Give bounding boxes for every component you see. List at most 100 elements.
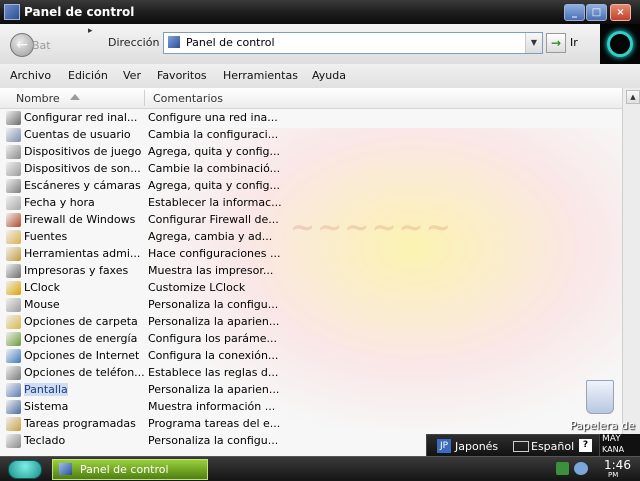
item-comment: Muestra información ... xyxy=(148,400,276,413)
keyboard-icon[interactable] xyxy=(513,441,529,452)
title-bar: Panel de control _ □ × xyxy=(0,0,640,24)
item-comment: Muestra las impresor... xyxy=(148,264,274,277)
item-comment: Agrega, cambia y ad... xyxy=(148,230,273,243)
recycle-bin-icon[interactable] xyxy=(586,380,614,414)
item-name: Fecha y hora xyxy=(24,196,95,209)
keyboard-icon xyxy=(6,434,21,448)
input-language-1[interactable]: Japonés xyxy=(455,440,498,453)
item-comment: Configure una red ina... xyxy=(148,111,278,124)
clock-icon xyxy=(6,196,21,210)
taskbar: Panel de control 1:46 PM xyxy=(0,456,640,481)
list-item[interactable]: Impresoras y faxes Muestra las impresor..… xyxy=(0,263,620,280)
throbber-logo xyxy=(600,24,640,64)
address-value: Panel de control xyxy=(186,36,275,49)
go-arrow-icon[interactable]: → xyxy=(546,33,566,53)
list-item[interactable]: Tareas programadas Programa tareas del e.… xyxy=(0,416,620,433)
list-item[interactable]: Escáneres y cámaras Agrega, quita y confi… xyxy=(0,178,620,195)
chevron-down-icon[interactable]: ▼ xyxy=(525,33,542,53)
control-panel-icon xyxy=(4,4,20,20)
item-name: Fuentes xyxy=(24,230,68,243)
item-name: Opciones de carpeta xyxy=(24,315,138,328)
power-options-icon xyxy=(6,332,21,346)
maximize-button[interactable]: □ xyxy=(586,4,607,21)
list-item[interactable]: Firewall de Windows Configurar Firewall d… xyxy=(0,212,620,229)
column-header-comments[interactable]: Comentarios xyxy=(153,92,223,105)
clock[interactable]: 1:46 xyxy=(604,458,631,472)
list-item[interactable]: Dispositivos de son... Cambie la combinac… xyxy=(0,161,620,178)
scanner-camera-icon xyxy=(6,179,21,193)
close-button[interactable]: × xyxy=(610,4,631,21)
column-divider[interactable] xyxy=(144,90,145,106)
throbber-ring-icon xyxy=(607,31,633,57)
item-comment: Personaliza la aparien... xyxy=(148,315,280,328)
game-controller-icon xyxy=(6,145,21,159)
menu-ver[interactable]: Ver xyxy=(123,69,141,82)
list-item[interactable]: Pantalla Personaliza la aparien... xyxy=(0,382,620,399)
minimize-button[interactable]: _ xyxy=(564,4,585,21)
list-item[interactable]: Sistema Muestra información ... xyxy=(0,399,620,416)
list-item[interactable]: Opciones de teléfon... Establece las regl… xyxy=(0,365,620,382)
clock-ampm: PM xyxy=(608,471,619,479)
list-item[interactable]: Opciones de energía Configura los paráme.… xyxy=(0,331,620,348)
item-name: Mouse xyxy=(24,298,60,311)
item-comment: Personaliza la aparien... xyxy=(148,383,280,396)
forward-chevron-icon[interactable]: ▸ xyxy=(88,26,93,36)
menu-favoritos[interactable]: Favoritos xyxy=(157,69,207,82)
address-input[interactable]: Panel de control ▼ xyxy=(163,32,543,54)
list-item[interactable]: Opciones de carpeta Personaliza la aparie… xyxy=(0,314,620,331)
address-label: Dirección xyxy=(108,36,160,49)
admin-tools-icon xyxy=(6,247,21,261)
volume-tray-icon[interactable] xyxy=(574,462,588,475)
list-item[interactable]: Fecha y hora Establecer la informac... xyxy=(0,195,620,212)
item-name: Tareas programadas xyxy=(24,417,136,430)
list-item[interactable]: Opciones de Internet Configura la conexió… xyxy=(0,348,620,365)
help-icon[interactable]: ? xyxy=(579,439,592,452)
menu-edicion[interactable]: Edición xyxy=(68,69,108,82)
phone-modem-icon xyxy=(6,366,21,380)
input-language-2[interactable]: Español xyxy=(531,440,574,453)
item-name: Dispositivos de son... xyxy=(24,162,141,175)
taskbar-task-control-panel[interactable]: Panel de control xyxy=(52,459,208,480)
menu-herramientas[interactable]: Herramientas xyxy=(223,69,298,82)
list-item[interactable]: Mouse Personaliza la configu... xyxy=(0,297,620,314)
recycle-bin-label[interactable]: Papelera de xyxy=(570,419,635,432)
item-name: Opciones de teléfon... xyxy=(24,366,145,379)
scroll-up-icon[interactable]: ▲ xyxy=(626,90,640,104)
list-item[interactable]: LClock Customize LClock xyxy=(0,280,620,297)
item-name: Pantalla xyxy=(24,383,68,396)
vertical-scrollbar[interactable]: ▲ ▼ xyxy=(622,88,640,456)
item-name: Dispositivos de juego xyxy=(24,145,142,158)
item-comment: Cambie la combinació... xyxy=(148,162,281,175)
list-item[interactable]: Dispositivos de juego Agrega, quita y con… xyxy=(0,144,620,161)
ime-kana: KANA xyxy=(602,445,625,454)
go-label[interactable]: Ir xyxy=(570,36,578,49)
item-name: Herramientas admi... xyxy=(24,247,141,260)
item-name: Opciones de Internet xyxy=(24,349,140,362)
list-item[interactable]: Fuentes Agrega, cambia y ad... xyxy=(0,229,620,246)
item-comment: Personaliza la configu... xyxy=(148,298,279,311)
list-item[interactable]: Herramientas admi... Hace configuraciones… xyxy=(0,246,620,263)
network-tray-icon[interactable] xyxy=(556,462,569,475)
menu-archivo[interactable]: Archivo xyxy=(10,69,51,82)
list-item[interactable]: Configurar red inal... Configure una red … xyxy=(0,110,620,127)
item-name: Configurar red inal... xyxy=(24,111,138,124)
ime-status[interactable]: MAY KANA xyxy=(600,434,640,456)
item-comment: Configura la conexión... xyxy=(148,349,279,362)
list-item[interactable]: Cuentas de usuario Cambia la configuraci.… xyxy=(0,127,620,144)
item-name: Firewall de Windows xyxy=(24,213,136,226)
back-button[interactable]: ← xyxy=(10,33,34,57)
control-panel-icon xyxy=(59,463,72,475)
jp-input-icon[interactable]: JP xyxy=(437,439,451,453)
printer-icon xyxy=(6,264,21,278)
folder-options-icon xyxy=(6,315,21,329)
menu-ayuda[interactable]: Ayuda xyxy=(312,69,346,82)
mouse-icon xyxy=(6,298,21,312)
display-icon xyxy=(6,383,21,397)
ime-caps: MAY xyxy=(602,434,621,444)
start-button[interactable] xyxy=(8,460,42,479)
fonts-folder-icon xyxy=(6,230,21,244)
item-list: ~~~~~~ Nombre Comentarios Configurar red… xyxy=(0,88,640,456)
column-header-name[interactable]: Nombre xyxy=(16,92,60,105)
item-comment: Cambia la configuraci... xyxy=(148,128,279,141)
wireless-network-icon xyxy=(6,111,21,125)
